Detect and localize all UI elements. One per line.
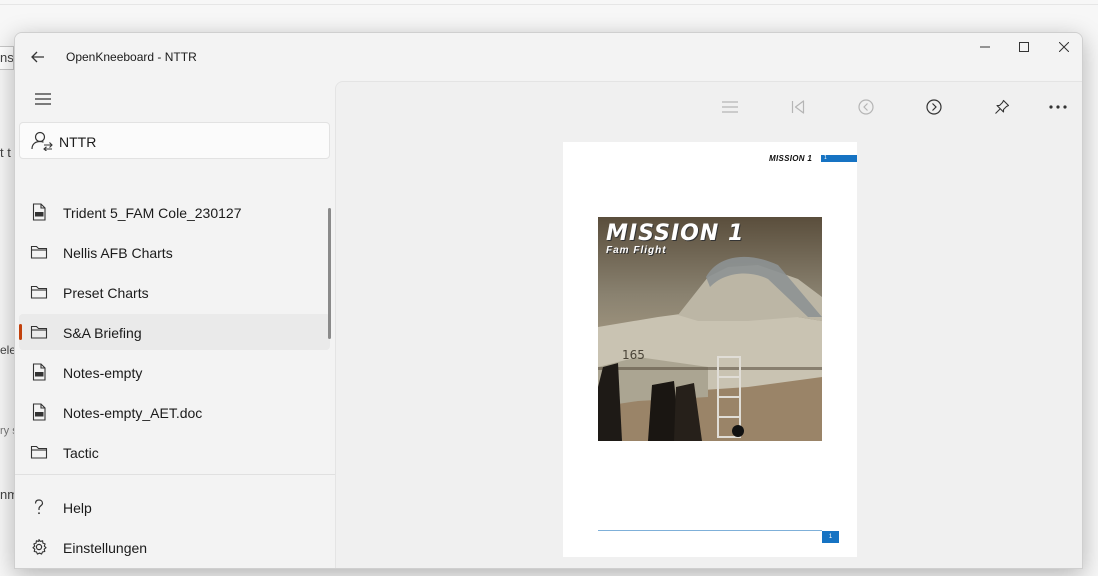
next-page-button[interactable] <box>918 94 950 120</box>
profile-name: NTTR <box>59 134 97 150</box>
next-page-icon <box>926 99 942 115</box>
sidebar-item-notes-empty-aet[interactable]: Notes-empty_AET.doc <box>19 394 330 430</box>
first-page-icon <box>791 100 805 114</box>
pdf-file-icon <box>32 403 46 421</box>
title-bar: OpenKneeboard - NTTR <box>15 33 1082 81</box>
background-text-fragment: nm <box>0 487 14 502</box>
sidebar-item-label: Preset Charts <box>63 285 149 301</box>
profile-switch-icon <box>31 131 53 151</box>
more-options-button[interactable] <box>1042 94 1074 120</box>
page-header-tab: 1 <box>821 155 857 162</box>
sidebar-scrollbar[interactable] <box>328 208 331 339</box>
profile-selector[interactable]: NTTR <box>19 122 330 159</box>
mission-cover-image: 165 MISSION 1 Fam Flight <box>598 217 822 441</box>
gear-icon <box>32 538 47 555</box>
sidebar-item-sa-briefing[interactable]: S&A Briefing <box>19 314 330 350</box>
folder-icon <box>30 245 48 259</box>
toc-icon <box>722 101 738 113</box>
pin-button[interactable] <box>986 94 1018 120</box>
toc-button[interactable] <box>714 94 746 120</box>
background-text-fragment: ele <box>0 343 14 357</box>
folder-icon <box>30 445 48 459</box>
more-icon <box>1049 105 1067 109</box>
background-text-fragment: ns <box>0 46 14 70</box>
folder-icon <box>30 285 48 299</box>
pdf-file-icon <box>32 203 46 221</box>
minimize-icon <box>980 46 990 48</box>
tab-list: Trident 5_FAM Cole_230127 Nellis AFB Cha… <box>15 194 335 474</box>
selection-indicator <box>19 324 22 340</box>
back-arrow-icon <box>31 51 44 63</box>
window-title: OpenKneeboard - NTTR <box>66 50 197 64</box>
page-footer-line <box>598 530 822 531</box>
sidebar: NTTR Trident 5_FAM Cole_230127 Nellis AF… <box>15 81 335 568</box>
pin-icon <box>995 99 1010 114</box>
back-button[interactable] <box>25 45 51 69</box>
cover-title: MISSION 1 <box>606 221 745 246</box>
hamburger-icon <box>35 93 51 105</box>
svg-text:165: 165 <box>622 348 645 362</box>
sidebar-item-label: Notes-empty <box>63 365 143 381</box>
first-page-button[interactable] <box>782 94 814 120</box>
sidebar-item-notes-empty[interactable]: Notes-empty <box>19 354 330 390</box>
settings-button[interactable]: Einstellungen <box>19 529 330 565</box>
footer-divider <box>15 474 335 475</box>
close-button[interactable] <box>1044 33 1082 61</box>
sidebar-item-label: Tactic <box>63 445 99 461</box>
previous-page-icon <box>858 99 874 115</box>
sidebar-item-label: S&A Briefing <box>63 325 142 341</box>
close-icon <box>1059 42 1069 52</box>
sidebar-item-trident-5-fam[interactable]: Trident 5_FAM Cole_230127 <box>19 194 330 230</box>
background-text-fragment: ry s <box>0 425 14 437</box>
content-area: MISSION 1 1 165 MISSION 1 Fam Flight 1 <box>335 81 1082 568</box>
background-divider <box>0 4 1098 5</box>
previous-page-button[interactable] <box>850 94 882 120</box>
sidebar-item-nellis-afb-charts[interactable]: Nellis AFB Charts <box>19 234 330 270</box>
cover-subtitle: Fam Flight <box>606 245 667 256</box>
minimize-button[interactable] <box>965 33 1005 61</box>
maximize-icon <box>1019 42 1029 52</box>
help-label: Help <box>63 500 92 516</box>
folder-icon <box>30 325 48 339</box>
maximize-button[interactable] <box>1004 33 1044 61</box>
page-number: 1 <box>822 531 839 543</box>
pdf-file-icon <box>32 363 46 381</box>
sidebar-item-tactic[interactable]: Tactic <box>19 434 330 470</box>
help-icon <box>34 499 44 515</box>
settings-label: Einstellungen <box>63 540 148 556</box>
page-header-title: MISSION 1 <box>769 154 813 163</box>
menu-toggle-button[interactable] <box>30 87 56 111</box>
help-button[interactable]: Help <box>19 489 330 525</box>
sidebar-item-label: Nellis AFB Charts <box>63 245 173 261</box>
app-window: OpenKneeboard - NTTR NTTR Trident 5_FAM … <box>14 32 1083 569</box>
sidebar-item-label: Notes-empty_AET.doc <box>63 405 203 421</box>
sidebar-item-label: Trident 5_FAM Cole_230127 <box>63 205 242 221</box>
document-page[interactable]: MISSION 1 1 165 MISSION 1 Fam Flight 1 <box>563 142 857 557</box>
background-text-fragment: t t <box>0 145 11 160</box>
sidebar-item-preset-charts[interactable]: Preset Charts <box>19 274 330 310</box>
